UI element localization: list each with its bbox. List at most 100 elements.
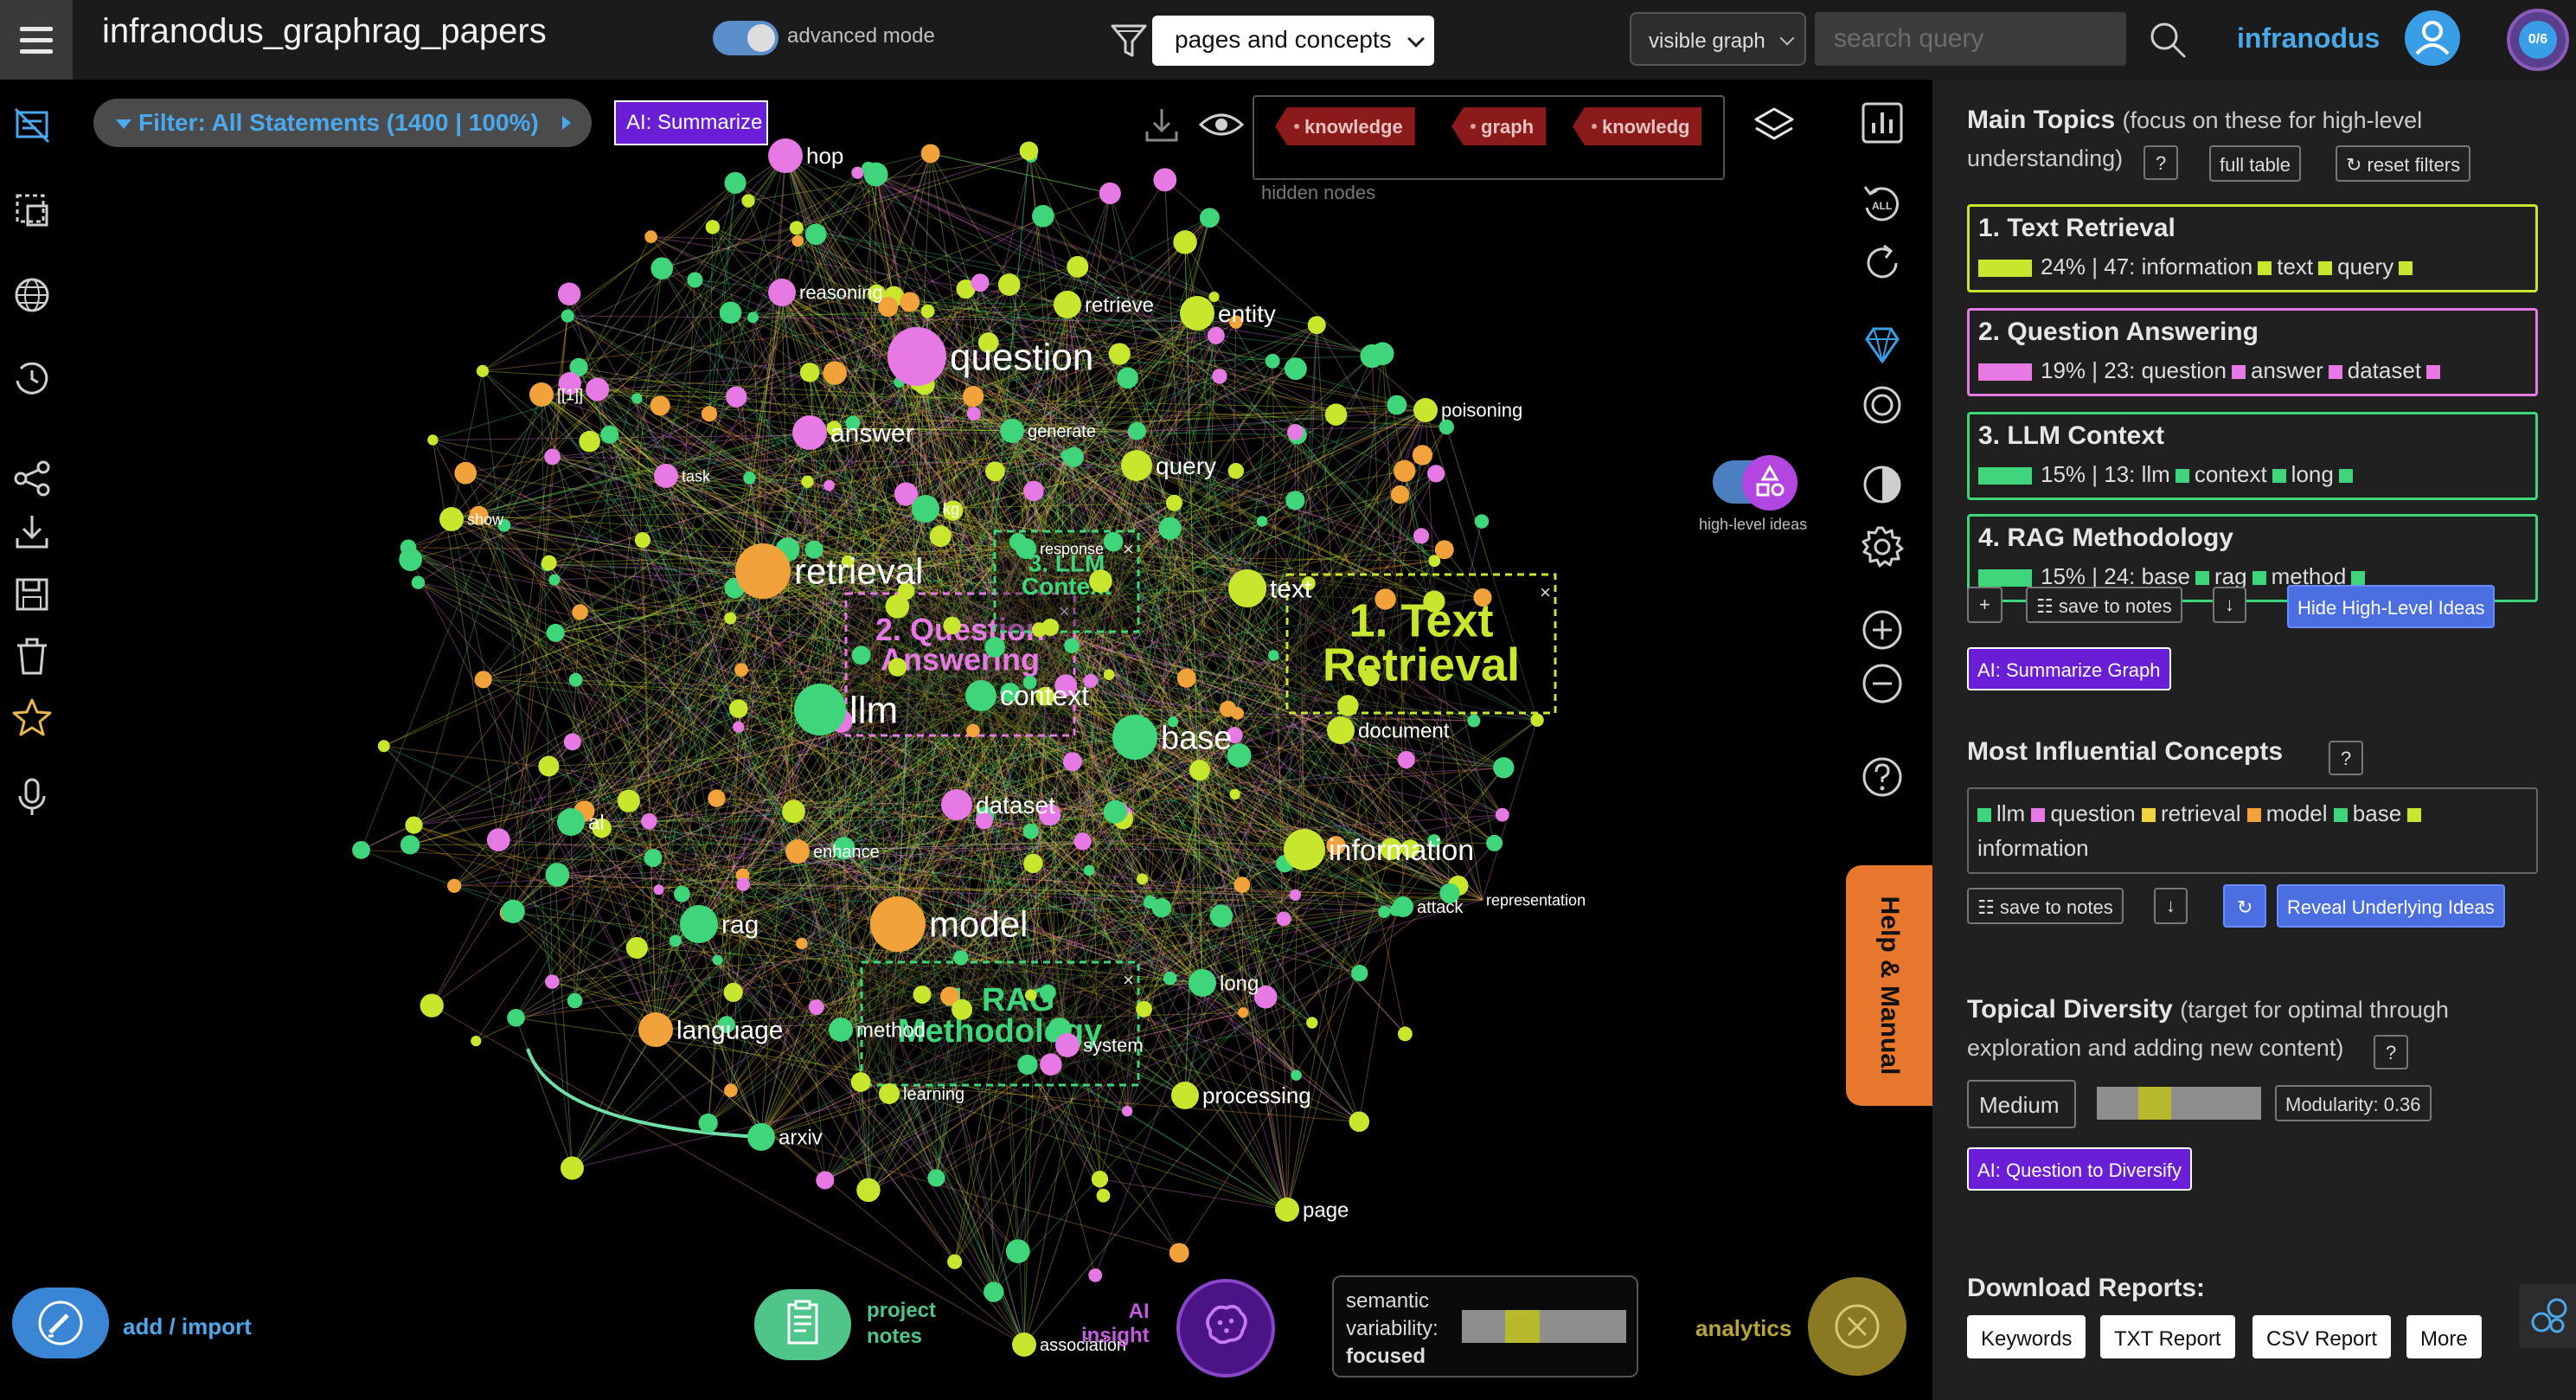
graph-node[interactable] [1061, 450, 1073, 461]
graph-node[interactable] [427, 434, 439, 446]
graph-node[interactable] [600, 425, 619, 444]
graph-node[interactable] [1413, 398, 1438, 422]
graph-node[interactable] [952, 999, 973, 1020]
graph-node[interactable] [984, 1281, 1004, 1302]
graph-node[interactable] [1189, 760, 1210, 781]
influential-concept[interactable]: base [2353, 800, 2401, 826]
graph-node-label[interactable]: poisoning [1441, 400, 1522, 421]
graph-node[interactable] [782, 800, 805, 824]
graph-node-label[interactable]: retrieve [1085, 293, 1154, 317]
graph-node[interactable] [927, 1169, 945, 1187]
graph-node-label[interactable]: task [682, 467, 711, 485]
graph-node[interactable] [1306, 1017, 1318, 1029]
graph-node[interactable] [708, 789, 726, 807]
graph-node[interactable] [644, 849, 663, 867]
graph-node[interactable] [1091, 1171, 1109, 1188]
hamburger-menu-icon[interactable] [0, 0, 73, 80]
influential-concept[interactable]: information [1977, 835, 2089, 861]
graph-node[interactable] [851, 645, 871, 665]
graph-node[interactable] [568, 672, 583, 687]
import-link[interactable]: import [182, 1313, 252, 1339]
graph-node[interactable] [1023, 853, 1043, 874]
graph-node-label[interactable]: page [1303, 1198, 1349, 1222]
graph-node[interactable] [650, 257, 674, 279]
zoom-in-icon[interactable] [1858, 606, 1906, 654]
graph-node[interactable] [965, 680, 996, 711]
graph-node[interactable] [1209, 904, 1234, 928]
graph-node-label[interactable]: entity [1218, 300, 1276, 327]
analytics-button[interactable] [1808, 1277, 1906, 1376]
document-title[interactable]: infranodus_graphrag_papers [102, 12, 547, 51]
graph-node[interactable] [1351, 964, 1368, 982]
graph-node[interactable] [561, 309, 574, 323]
graph-node[interactable] [529, 382, 554, 407]
graph-node[interactable] [1530, 713, 1544, 727]
graph-node-label[interactable]: attack [1417, 898, 1464, 917]
add-topic-button[interactable]: + [1967, 587, 2002, 623]
graph-node[interactable] [953, 950, 969, 966]
graph-node[interactable] [1439, 419, 1454, 435]
graph-node[interactable] [1378, 905, 1391, 918]
graph-node[interactable] [447, 878, 462, 893]
graph-node[interactable] [1234, 877, 1251, 894]
graph-node[interactable] [405, 816, 423, 834]
graph-node[interactable] [1268, 650, 1279, 661]
graph-node[interactable] [471, 1036, 482, 1047]
graph-node[interactable] [563, 733, 581, 751]
graph-node-label[interactable]: text [1270, 575, 1312, 604]
ai-summarize-graph-button[interactable]: AI: Summarize Graph [1967, 647, 2171, 690]
graph-node[interactable] [984, 461, 1005, 482]
graph-node[interactable] [1327, 716, 1355, 744]
graph-node-label[interactable]: al [588, 811, 605, 834]
graph-node[interactable] [541, 555, 557, 571]
topic-keyword[interactable]: rag [2214, 563, 2247, 589]
search-icon[interactable] [2147, 19, 2188, 61]
brand-logo[interactable]: infranodus [2237, 22, 2380, 55]
graph-node[interactable] [546, 623, 565, 642]
csv-report-button[interactable]: CSV Report [2252, 1315, 2392, 1358]
influential-concept[interactable]: question [2050, 800, 2135, 826]
cluster-label[interactable]: Retrieval [1323, 639, 1520, 691]
graph-node[interactable] [631, 393, 643, 404]
graph-node[interactable] [1180, 296, 1214, 331]
graph-node[interactable] [634, 532, 651, 549]
hidden-node-tag[interactable]: knowledg [1573, 107, 1702, 145]
graph-node[interactable] [1176, 668, 1196, 688]
reset-filters-button[interactable]: ↻ reset filters [2336, 145, 2471, 182]
graph-node[interactable] [735, 543, 791, 599]
graph-node[interactable] [808, 999, 824, 1015]
topic-keyword[interactable]: llm [2142, 461, 2170, 487]
graph-node[interactable] [920, 144, 940, 164]
graph-node[interactable] [1285, 491, 1305, 511]
graph-node[interactable] [1189, 969, 1216, 997]
graph-node[interactable] [669, 934, 682, 947]
full-table-button[interactable]: full table [2209, 145, 2301, 182]
graph-node[interactable] [816, 1171, 835, 1190]
graph-node[interactable] [538, 755, 560, 777]
graph-node[interactable] [724, 1083, 738, 1098]
graph-node[interactable] [1474, 514, 1490, 529]
txt-report-button[interactable]: TXT Report [2100, 1315, 2235, 1358]
topic-card[interactable]: 3. LLM Context 15% | 13: llm context long [1967, 412, 2538, 500]
graph-node[interactable] [789, 221, 804, 235]
graph-node[interactable] [1169, 1243, 1189, 1263]
graph-node[interactable] [1289, 889, 1302, 901]
graph-node[interactable] [548, 574, 561, 586]
close-icon[interactable]: × [1540, 581, 1551, 603]
graph-node[interactable] [1397, 750, 1415, 769]
graph-node[interactable] [1393, 896, 1413, 917]
graph-node[interactable] [1064, 638, 1080, 654]
graph-node[interactable] [1041, 618, 1060, 636]
graph-node[interactable] [1089, 569, 1112, 594]
graph-node-label[interactable]: arxiv [779, 1126, 823, 1149]
hidden-node-tag[interactable]: graph [1451, 107, 1547, 145]
graph-node[interactable] [997, 273, 1021, 296]
graph-node[interactable] [701, 406, 718, 422]
graph-node[interactable] [723, 982, 743, 1002]
user-avatar[interactable] [2405, 10, 2460, 66]
graph-node[interactable] [785, 839, 810, 864]
graph-node[interactable] [644, 230, 657, 243]
graph-node[interactable] [1486, 834, 1503, 851]
graph-node[interactable] [1108, 343, 1131, 365]
graph-node[interactable] [1039, 984, 1056, 1001]
